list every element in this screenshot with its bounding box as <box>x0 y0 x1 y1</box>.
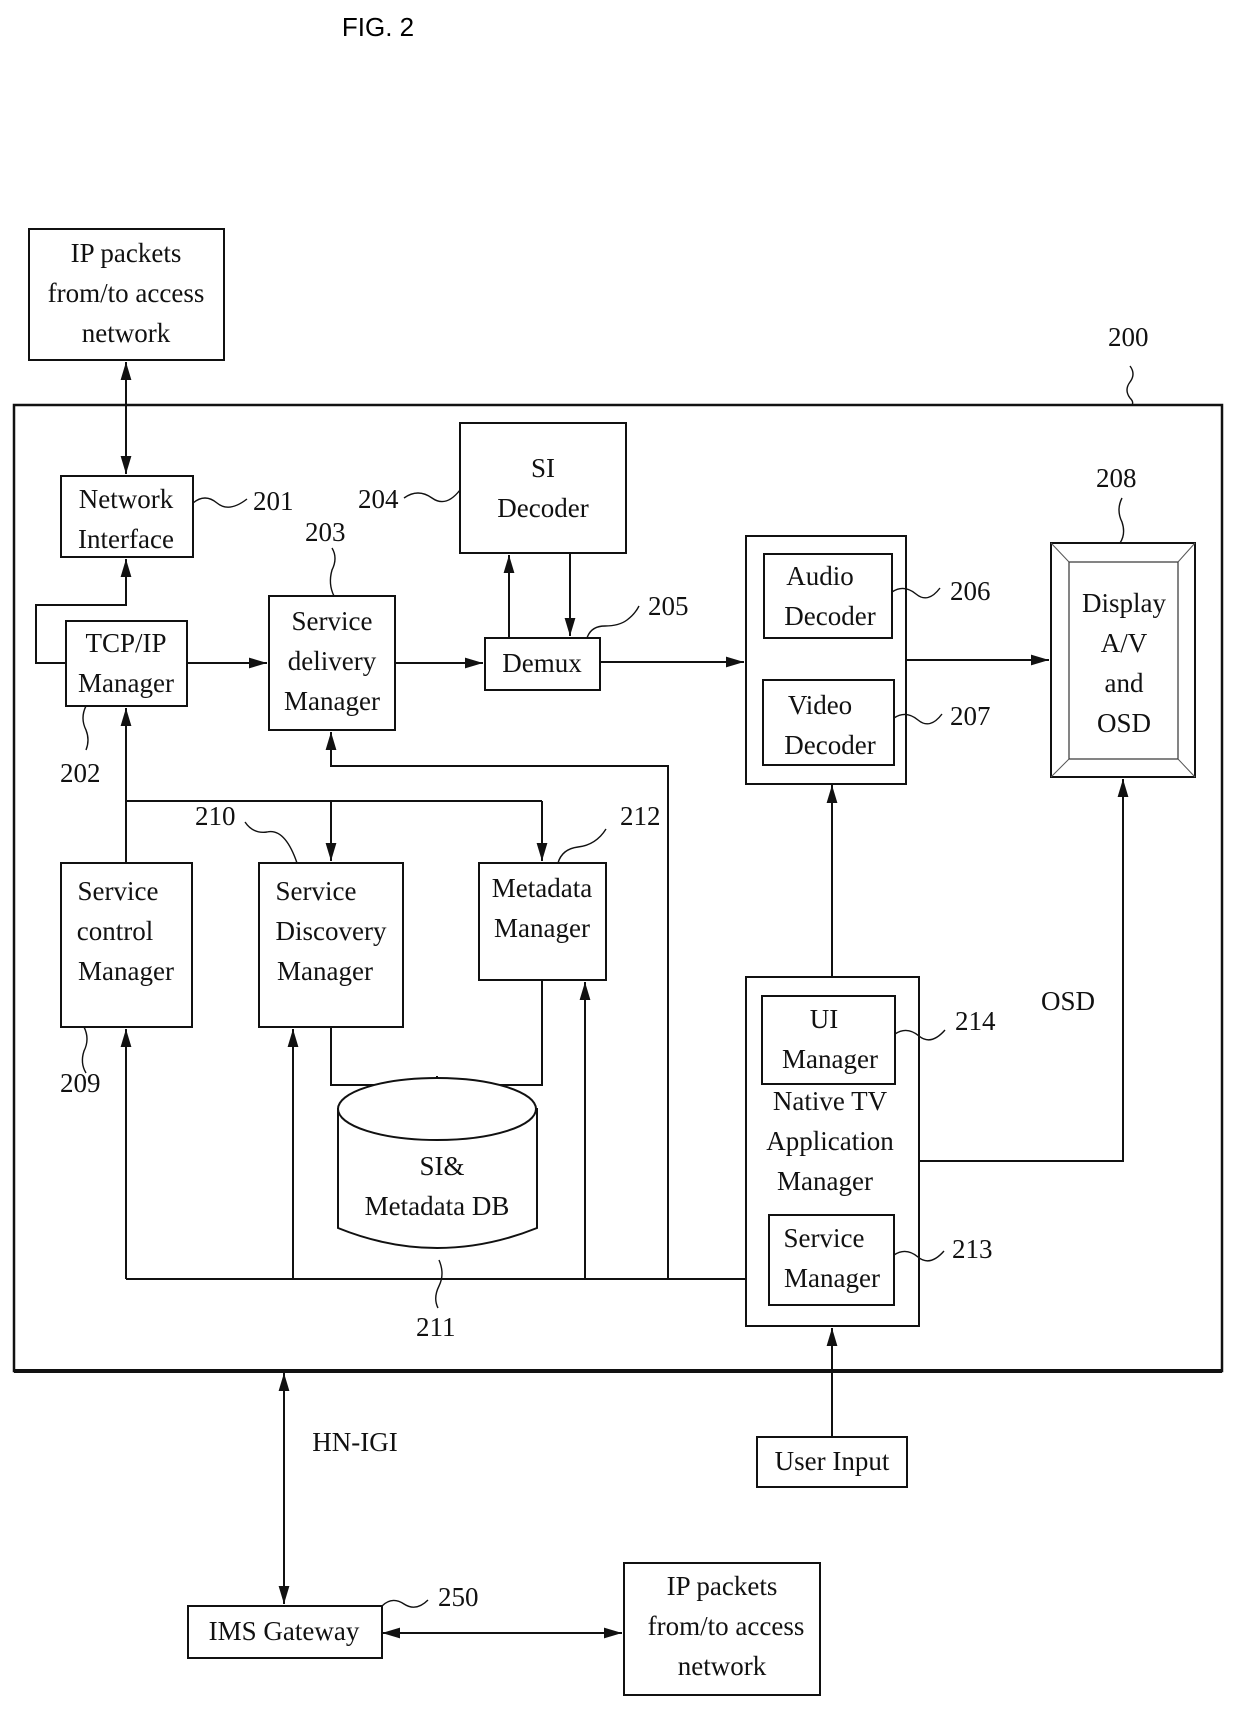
svg-text:Manager: Manager <box>78 668 174 698</box>
svg-text:Manager: Manager <box>494 913 590 943</box>
display-block: Display A/V and OSD <box>1050 542 1196 778</box>
svg-text:and: and <box>1105 668 1144 698</box>
ref-203: 203 <box>305 517 346 547</box>
ref-214: 214 <box>955 1006 996 1036</box>
ref-200: 200 <box>1108 322 1149 352</box>
ref-209: 209 <box>60 1068 101 1098</box>
svg-text:User Input: User Input <box>775 1446 890 1476</box>
service-delivery-manager-block: Service delivery Manager <box>268 595 396 731</box>
audio-decoder-block: Audio Decoder <box>763 553 893 639</box>
svg-text:Manager: Manager <box>784 1263 880 1293</box>
svg-text:IP packets: IP packets <box>667 1571 778 1601</box>
leader-203 <box>329 547 336 597</box>
svg-text:Service: Service <box>784 1223 865 1253</box>
block-diagram: FIG. 2 200 IP packets from/to access net <box>12 12 1224 1696</box>
tcpip-manager-block: TCP/IP Manager <box>65 620 188 707</box>
svg-text:Interface: Interface <box>78 524 174 554</box>
leader-204 <box>403 489 461 503</box>
svg-text:OSD: OSD <box>1097 708 1151 738</box>
svg-text:Service: Service <box>276 876 357 906</box>
ref-213: 213 <box>952 1234 993 1264</box>
svg-text:Audio: Audio <box>786 561 854 591</box>
svg-text:Metadata DB: Metadata DB <box>365 1191 510 1221</box>
ref-205: 205 <box>648 591 689 621</box>
svg-text:Manager: Manager <box>78 956 174 986</box>
demux-block: Demux <box>484 637 601 691</box>
svg-text:Manager: Manager <box>782 1044 878 1074</box>
svg-text:network: network <box>82 318 171 348</box>
service-discovery-manager-block: Service Discovery Manager <box>258 862 404 1028</box>
ref-202: 202 <box>60 758 101 788</box>
svg-text:Decoder: Decoder <box>497 493 588 523</box>
ref-211: 211 <box>416 1312 456 1342</box>
ui-manager-block: UI Manager <box>761 995 896 1085</box>
svg-text:from/to access: from/to access <box>48 278 205 308</box>
svg-text:Metadata: Metadata <box>492 873 592 903</box>
ims-gateway-block: IMS Gateway <box>187 1605 383 1659</box>
leader-208 <box>1118 497 1125 544</box>
svg-text:UI: UI <box>810 1004 839 1034</box>
svg-text:SI&: SI& <box>419 1151 464 1181</box>
svg-text:IMS Gateway: IMS Gateway <box>209 1616 360 1646</box>
ip-packets-bottom-block: IP packets from/to access network <box>623 1562 821 1696</box>
svg-text:Decoder: Decoder <box>784 601 875 631</box>
metadata-manager-block: Metadata Manager <box>478 862 607 981</box>
svg-text:SI: SI <box>531 453 555 483</box>
svg-text:IP packets: IP packets <box>71 238 182 268</box>
svg-text:control: control <box>77 916 153 946</box>
ref-204: 204 <box>358 484 399 514</box>
link-native-display-osd <box>919 779 1129 1162</box>
svg-text:Application: Application <box>766 1126 894 1156</box>
svg-text:Manager: Manager <box>277 956 373 986</box>
leader-201 <box>192 497 248 508</box>
svg-text:Manager: Manager <box>777 1166 873 1196</box>
leader-200 <box>1126 365 1134 406</box>
svg-text:Display: Display <box>1082 588 1166 618</box>
ref-206: 206 <box>950 576 991 606</box>
osd-label: OSD <box>1041 986 1095 1016</box>
svg-text:Network: Network <box>79 484 174 514</box>
svg-text:delivery: delivery <box>288 646 377 676</box>
si-decoder-block: SI Decoder <box>459 422 627 554</box>
svg-text:Native TV: Native TV <box>773 1086 888 1116</box>
leader-202 <box>82 705 89 751</box>
ref-250: 250 <box>438 1582 479 1612</box>
ref-212: 212 <box>620 801 661 831</box>
svg-text:TCP/IP: TCP/IP <box>85 628 166 658</box>
video-decoder-block: Video Decoder <box>762 679 895 766</box>
ref-201: 201 <box>253 486 294 516</box>
network-interface-block: Network Interface <box>60 475 194 558</box>
hn-igi-label: HN-IGI <box>312 1427 397 1457</box>
svg-text:Manager: Manager <box>284 686 380 716</box>
svg-text:network: network <box>678 1651 767 1681</box>
metadata-db-block: SI& Metadata DB <box>337 1077 538 1249</box>
svg-text:Video: Video <box>788 690 852 720</box>
svg-text:Service: Service <box>292 606 373 636</box>
leader-250 <box>381 1599 429 1608</box>
figure-title: FIG. 2 <box>342 12 414 42</box>
leader-212 <box>557 828 607 864</box>
svg-text:Discovery: Discovery <box>276 916 387 946</box>
leader-211 <box>435 1259 443 1309</box>
svg-text:Decoder: Decoder <box>784 730 875 760</box>
svg-text:Service: Service <box>78 876 159 906</box>
svg-text:A/V: A/V <box>1101 628 1148 658</box>
leader-205 <box>586 605 640 639</box>
leader-210 <box>244 821 298 864</box>
user-input-block: User Input <box>756 1436 908 1488</box>
ref-208: 208 <box>1096 463 1137 493</box>
service-manager-block: Service Manager <box>768 1214 895 1306</box>
svg-text:Demux: Demux <box>502 648 582 678</box>
svg-text:from/to access: from/to access <box>648 1611 805 1641</box>
ref-210: 210 <box>195 801 236 831</box>
leader-209 <box>81 1026 88 1074</box>
ip-packets-top-block: IP packets from/to access network <box>28 228 225 361</box>
ref-207: 207 <box>950 701 991 731</box>
service-control-manager-block: Service control Manager <box>60 862 193 1028</box>
